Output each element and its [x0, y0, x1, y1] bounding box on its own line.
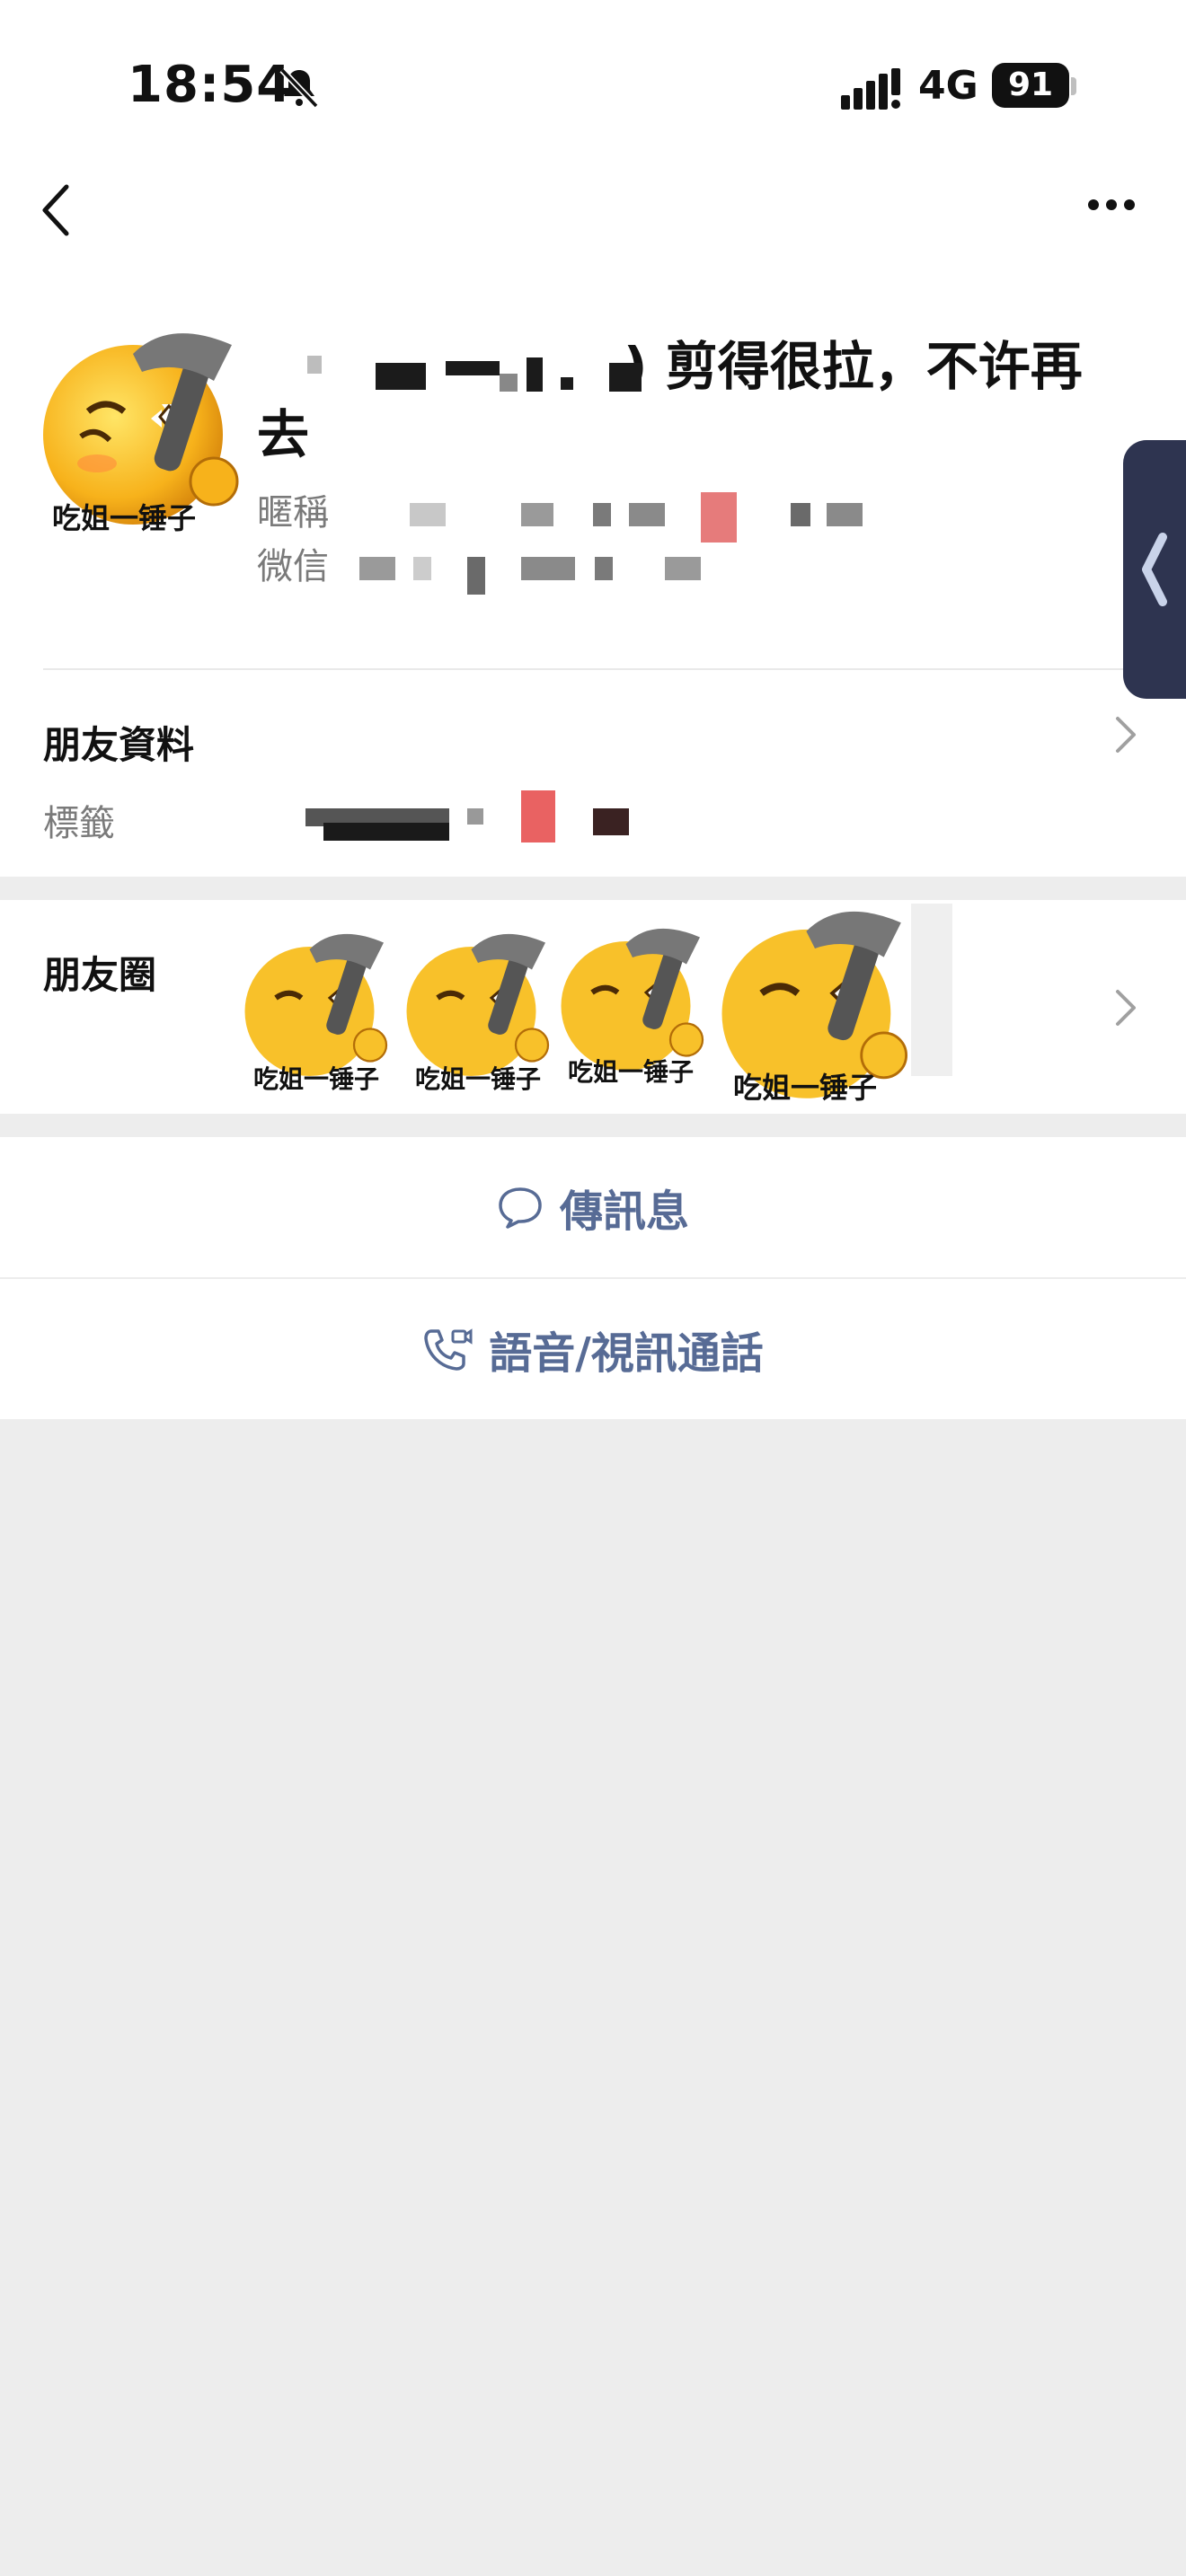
- send-message-label: 傳訊息: [559, 1187, 689, 1237]
- friend-info-title[interactable]: 朋友資料: [43, 715, 194, 770]
- battery-tip: [1071, 77, 1076, 95]
- phone-video-icon: [424, 1328, 473, 1371]
- chevron-right-icon[interactable]: [1112, 713, 1139, 756]
- moments-title: 朋友圈: [43, 953, 157, 997]
- chevron-left-icon[interactable]: [36, 181, 79, 239]
- network-type: 4G: [918, 63, 978, 109]
- profile-divider: [43, 668, 1186, 670]
- more-dots-icon[interactable]: [1087, 196, 1136, 214]
- tag-label: 標籤: [43, 803, 115, 844]
- moments-thumb-2-caption: 吃姐一锤子: [415, 1064, 542, 1094]
- battery-icon: 91: [992, 63, 1069, 108]
- moments-thumb-4-caption: 吃姐一锤子: [733, 1071, 878, 1105]
- tag-mosaic: [305, 790, 665, 844]
- chat-bubble-icon: [499, 1187, 542, 1229]
- moments-thumb-3-caption: 吃姐一锤子: [568, 1057, 695, 1087]
- chevron-left-icon: [1142, 533, 1167, 606]
- signal-icon: [841, 68, 900, 110]
- avatar-caption: 吃姐一锤子: [52, 501, 197, 535]
- bell-slash-icon: [279, 67, 319, 109]
- nickname-mosaic: [359, 492, 898, 543]
- moments-thumb-1-caption: 吃姐一锤子: [253, 1064, 380, 1094]
- status-time: 18:54: [128, 56, 293, 114]
- chevron-right-icon[interactable]: [1112, 986, 1139, 1029]
- call-label: 語音/視訊通話: [489, 1328, 764, 1379]
- wechat-id-mosaic: [359, 550, 898, 595]
- send-message-button[interactable]: 傳訊息: [0, 1137, 1186, 1277]
- moments-thumb-5[interactable]: [911, 904, 952, 1076]
- voice-video-call-button[interactable]: 語音/視訊通話: [0, 1279, 1186, 1419]
- contact-name: ) 剪得很拉，不许再去: [257, 332, 1120, 469]
- name-mosaic: [257, 348, 642, 392]
- side-floating-tab[interactable]: [1123, 440, 1186, 699]
- nickname-label: 暱稱: [257, 492, 329, 534]
- wechat-label: 微信: [257, 546, 329, 587]
